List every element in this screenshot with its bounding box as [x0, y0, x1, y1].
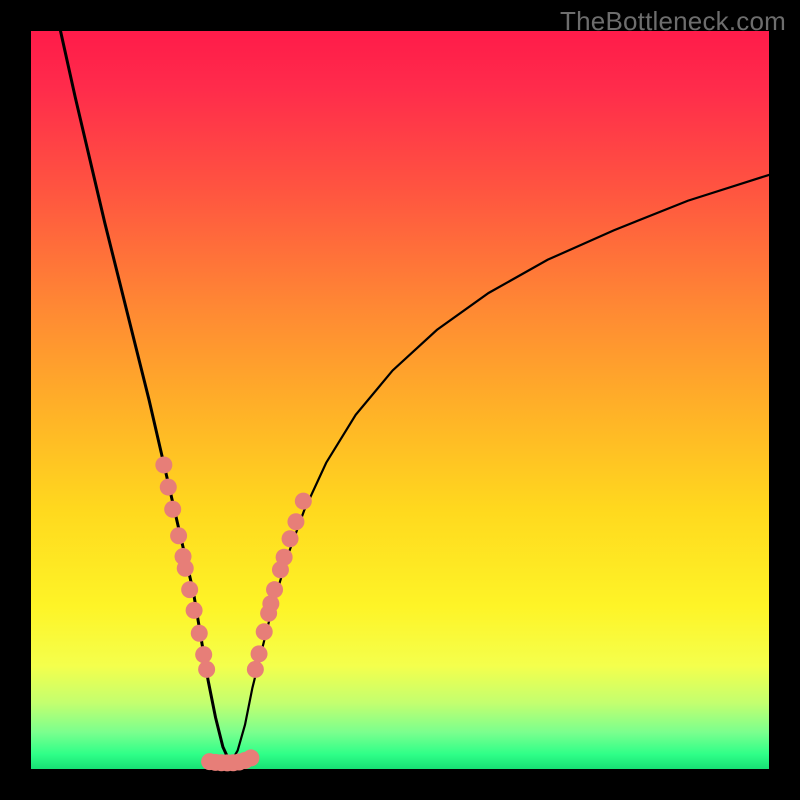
data-point: [287, 513, 304, 530]
data-point: [195, 646, 212, 663]
chart-svg: [31, 31, 769, 769]
data-point: [191, 625, 208, 642]
data-point: [251, 645, 268, 662]
data-point: [276, 549, 293, 566]
data-point: [164, 501, 181, 518]
marker-layer: [155, 456, 311, 771]
chart-frame: TheBottleneck.com: [0, 0, 800, 800]
curve-layer: [61, 31, 769, 763]
data-point: [256, 623, 273, 640]
curve-right-branch: [230, 175, 769, 763]
data-point: [282, 530, 299, 547]
data-point: [160, 479, 177, 496]
data-point: [242, 749, 259, 766]
data-point: [295, 493, 312, 510]
data-point: [186, 602, 203, 619]
data-point: [181, 581, 198, 598]
data-point: [247, 661, 264, 678]
data-point: [198, 661, 215, 678]
data-point: [266, 581, 283, 598]
plot-area: [31, 31, 769, 769]
data-point: [155, 456, 172, 473]
data-point: [177, 560, 194, 577]
data-point: [170, 527, 187, 544]
